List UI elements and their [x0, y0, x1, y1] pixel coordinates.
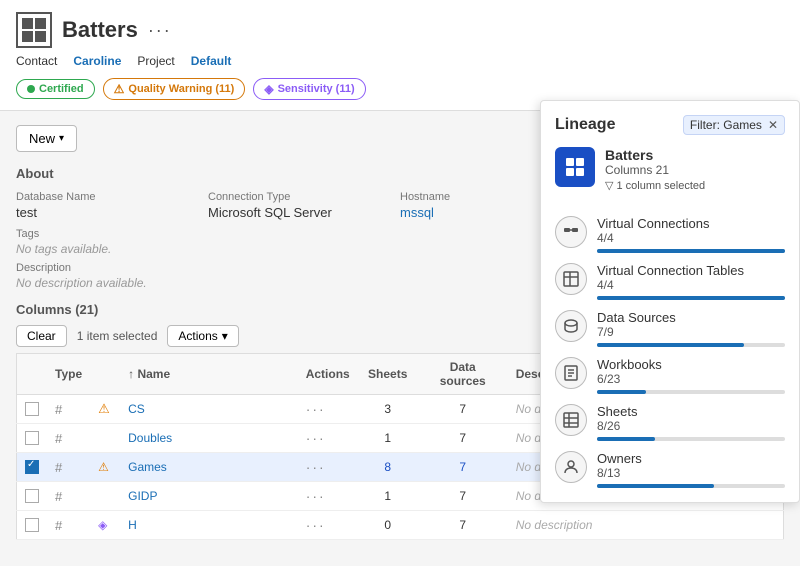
lineage-source-icon: [555, 147, 595, 187]
main-content: Batters ··· Contact Caroline Project Def…: [0, 0, 800, 566]
row-actions-gidp[interactable]: ···: [306, 488, 326, 504]
selected-count: 1 item selected: [77, 329, 158, 343]
type-hash: #: [55, 489, 62, 504]
lineage-item-datasources: Data Sources 7/9: [555, 310, 785, 347]
lineage-source: Batters Columns 21 ▽ 1 column selected: [555, 147, 785, 202]
lineage-item-vc-tables: Virtual Connection Tables 4/4: [555, 263, 785, 300]
lineage-source-name: Batters: [605, 147, 705, 163]
lineage-filter-tag: Filter: Games ✕: [683, 115, 785, 135]
row-checkbox-doubles[interactable]: [25, 431, 39, 445]
type-hash: #: [55, 431, 62, 446]
lineage-item-virtual-connections: Virtual Connections 4/4: [555, 216, 785, 253]
lineage-icon-connection: [555, 216, 587, 248]
lineage-panel: Lineage Filter: Games ✕ Batters Columns …: [540, 100, 800, 503]
project-label: Project: [137, 54, 174, 68]
filter-label: Filter: Games: [690, 118, 762, 132]
col-name-games[interactable]: Games: [128, 460, 167, 474]
quality-icon-games: ⚠: [98, 460, 109, 474]
new-button[interactable]: New ▾: [16, 125, 77, 152]
lineage-source-info: Batters Columns 21 ▽ 1 column selected: [605, 147, 705, 192]
type-hash: #: [55, 402, 62, 417]
row-checkbox-games[interactable]: [25, 460, 39, 474]
lineage-item-owners: Owners 8/13: [555, 451, 785, 488]
sensitivity-icon: ◈: [264, 82, 273, 96]
row-actions-cs[interactable]: ···: [306, 401, 326, 417]
th-icon: [90, 354, 120, 395]
col-name-gidp[interactable]: GIDP: [128, 489, 157, 503]
row-actions-h[interactable]: ···: [306, 517, 326, 533]
lineage-source-columns: Columns 21: [605, 163, 705, 177]
page-title: Batters: [62, 17, 138, 43]
th-sheets: Sheets: [358, 354, 418, 395]
badges-row: Certified ⚠ Quality Warning (11) ◈ Sensi…: [16, 78, 784, 100]
lineage-icon-owners: [555, 451, 587, 483]
type-hash: #: [55, 460, 62, 475]
contact-value[interactable]: Caroline: [73, 54, 121, 68]
lineage-header: Lineage Filter: Games ✕: [555, 115, 785, 135]
filter-funnel-icon: ▽: [605, 179, 613, 192]
th-datasources: Data sources: [418, 354, 508, 395]
header-meta: Contact Caroline Project Default: [16, 54, 784, 68]
table-row: # ◈ H ··· 0 7 No description: [17, 511, 784, 540]
type-hash: #: [55, 518, 62, 533]
new-dropdown-arrow: ▾: [59, 133, 64, 144]
th-name[interactable]: ↑ Name: [120, 354, 298, 395]
lineage-item-sheets: Sheets 8/26: [555, 404, 785, 441]
about-conntype: Connection Type Microsoft SQL Server: [208, 191, 400, 220]
about-dbname: Database Name test: [16, 191, 208, 220]
lineage-icon-table: [555, 263, 587, 295]
col-name-h[interactable]: H: [128, 518, 137, 532]
contact-label: Contact: [16, 54, 57, 68]
row-checkbox-gidp[interactable]: [25, 489, 39, 503]
clear-button[interactable]: Clear: [16, 325, 67, 347]
lineage-items: Virtual Connections 4/4 Virtual Connecti…: [555, 216, 785, 488]
actions-button[interactable]: Actions ▾: [167, 325, 238, 347]
row-checkbox-cs[interactable]: [25, 402, 39, 416]
th-actions: Actions: [298, 354, 358, 395]
lineage-icon-workbook: [555, 357, 587, 389]
sensitivity-icon-h: ◈: [98, 518, 107, 532]
more-menu-button[interactable]: ···: [148, 20, 172, 41]
sensitivity-label: Sensitivity (11): [278, 83, 355, 95]
lineage-icon-sheet: [555, 404, 587, 436]
badge-sensitivity[interactable]: ◈ Sensitivity (11): [253, 78, 365, 100]
new-button-label: New: [29, 131, 55, 146]
actions-label: Actions: [178, 329, 217, 343]
row-actions-games[interactable]: ···: [306, 459, 326, 475]
th-type: Type: [47, 354, 90, 395]
badge-certified[interactable]: Certified: [16, 79, 95, 99]
table-icon: [16, 12, 52, 48]
warning-icon-cs: ⚠: [98, 401, 110, 416]
quality-label: Quality Warning (11): [128, 83, 234, 95]
row-actions-doubles[interactable]: ···: [306, 430, 326, 446]
th-check: [17, 354, 48, 395]
col-name-cs[interactable]: CS: [128, 402, 145, 416]
badge-quality[interactable]: ⚠ Quality Warning (11): [103, 78, 246, 100]
row-checkbox-h[interactable]: [25, 518, 39, 532]
actions-arrow: ▾: [222, 329, 228, 343]
filter-close-button[interactable]: ✕: [768, 118, 778, 132]
lineage-item-workbooks: Workbooks 6/23: [555, 357, 785, 394]
certified-label: Certified: [39, 83, 84, 95]
header: Batters ··· Contact Caroline Project Def…: [0, 0, 800, 111]
quality-icon: ⚠: [114, 82, 125, 96]
lineage-icon-datasource: [555, 310, 587, 342]
col-name-doubles[interactable]: Doubles: [128, 431, 172, 445]
project-value[interactable]: Default: [191, 54, 232, 68]
lineage-title: Lineage: [555, 116, 615, 134]
certified-dot: [27, 85, 35, 93]
lineage-source-filter: ▽ 1 column selected: [605, 179, 705, 192]
